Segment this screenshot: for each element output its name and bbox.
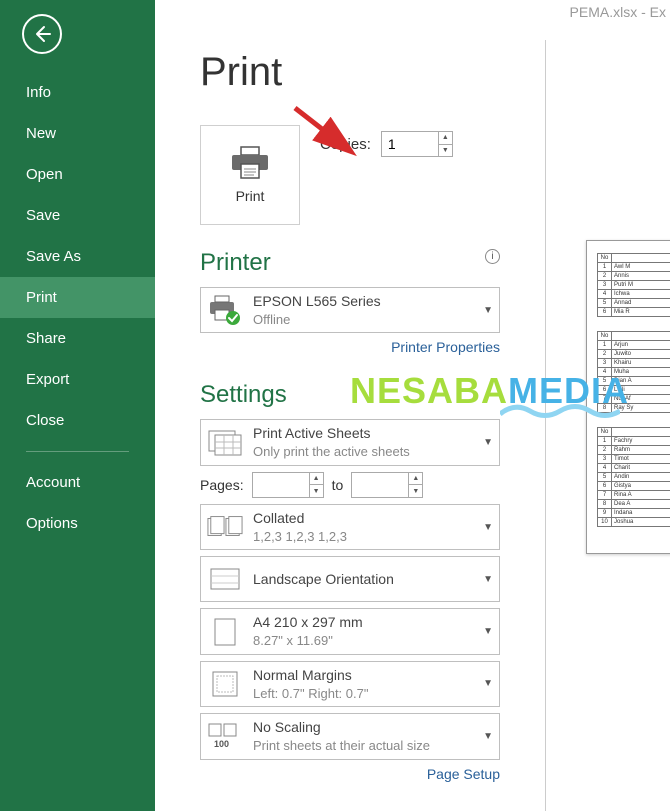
- scaling-icon: 100: [207, 718, 243, 754]
- chevron-down-icon: ▼: [483, 731, 493, 742]
- copies-label: Copies:: [320, 136, 371, 153]
- printer-section-title: Printer: [200, 249, 271, 277]
- back-arrow-icon: [32, 24, 52, 44]
- preview-table: No1Awl M2Annis3Putri M4Ichwa5Annad6Mia R: [597, 253, 670, 317]
- sidebar-item-account[interactable]: Account: [0, 462, 155, 503]
- sidebar-item-open[interactable]: Open: [0, 154, 155, 195]
- chevron-down-icon: ▼: [483, 678, 493, 689]
- sidebar-item-print[interactable]: Print: [0, 277, 155, 318]
- table-row: 6Mia R: [598, 308, 670, 317]
- copies-stepper[interactable]: ▲▼: [381, 131, 453, 157]
- svg-text:100: 100: [214, 739, 229, 749]
- margins-select[interactable]: Normal MarginsLeft: 0.7" Right: 0.7" ▼: [200, 661, 500, 707]
- table-row: 1Arjun: [598, 341, 670, 350]
- table-row: 3Putri M: [598, 281, 670, 290]
- table-row: 1Awl M: [598, 263, 670, 272]
- collation-select[interactable]: Collated1,2,3 1,2,3 1,2,3 ▼: [200, 504, 500, 550]
- orientation-icon: [207, 561, 243, 597]
- copies-up[interactable]: ▲: [439, 132, 452, 145]
- table-row: 9Indana: [598, 509, 670, 518]
- table-row: 7Nur Af: [598, 395, 670, 404]
- table-row: 4Ichwa: [598, 290, 670, 299]
- table-row: 6Leili: [598, 386, 670, 395]
- pages-to-input[interactable]: [352, 473, 408, 497]
- table-row: 2Juwito: [598, 350, 670, 359]
- table-row: 4Charit: [598, 464, 670, 473]
- page-setup-link[interactable]: Page Setup: [427, 766, 500, 782]
- sidebar-item-close[interactable]: Close: [0, 400, 155, 441]
- table-row: 5Annad: [598, 299, 670, 308]
- table-row: 5Dian A: [598, 377, 670, 386]
- table-row: 2Annis: [598, 272, 670, 281]
- orientation-select[interactable]: Landscape Orientation ▼: [200, 556, 500, 602]
- printer-status: Offline: [253, 311, 473, 329]
- paper-size-select[interactable]: A4 210 x 297 mm8.27" x 11.69" ▼: [200, 608, 500, 654]
- table-row: 7Rina A: [598, 491, 670, 500]
- sidebar-item-info[interactable]: Info: [0, 72, 155, 113]
- collation-icon: [207, 509, 243, 545]
- table-row: 10Joshua: [598, 518, 670, 527]
- margins-icon: [207, 666, 243, 702]
- chevron-down-icon: ▼: [483, 305, 493, 316]
- chevron-down-icon: ▼: [483, 437, 493, 448]
- pages-from-stepper[interactable]: ▲▼: [252, 472, 324, 498]
- back-button[interactable]: [22, 14, 62, 54]
- print-preview: No1Awl M2Annis3Putri M4Ichwa5Annad6Mia R…: [545, 40, 670, 811]
- scaling-select[interactable]: 100 No ScalingPrint sheets at their actu…: [200, 713, 500, 759]
- table-row: 5Andin: [598, 473, 670, 482]
- backstage-main: PEMA.xlsx - Ex Print Print Copies:: [155, 0, 670, 811]
- table-row: 8Dea A: [598, 500, 670, 509]
- sidebar-item-export[interactable]: Export: [0, 359, 155, 400]
- print-what-select[interactable]: Print Active SheetsOnly print the active…: [200, 419, 500, 465]
- copies-input[interactable]: [382, 132, 438, 156]
- printer-name: EPSON L565 Series: [253, 293, 381, 309]
- print-button[interactable]: Print: [200, 125, 300, 225]
- sidebar-item-options[interactable]: Options: [0, 503, 155, 544]
- sidebar-item-save[interactable]: Save: [0, 195, 155, 236]
- table-row: 8Ray Sy: [598, 404, 670, 413]
- pages-to-stepper[interactable]: ▲▼: [351, 472, 423, 498]
- copies-down[interactable]: ▼: [439, 145, 452, 157]
- preview-table: No1Fachry2Rahm3Timot4Charit5Andin6Gistya…: [597, 427, 670, 527]
- table-row: 3Timot: [598, 455, 670, 464]
- chevron-down-icon: ▼: [483, 522, 493, 533]
- table-row: 1Fachry: [598, 437, 670, 446]
- chevron-down-icon: ▼: [483, 626, 493, 637]
- table-row: 3Khairu: [598, 359, 670, 368]
- printer-info-icon[interactable]: i: [485, 249, 500, 264]
- printer-properties-link[interactable]: Printer Properties: [391, 339, 500, 355]
- sidebar-separator: [26, 451, 129, 452]
- preview-table: No1Arjun2Juwito3Khairu4Muha5Dian A6Leili…: [597, 331, 670, 413]
- pages-from-input[interactable]: [253, 473, 309, 497]
- sidebar-item-save-as[interactable]: Save As: [0, 236, 155, 277]
- printer-select[interactable]: EPSON L565 Series Offline ▼: [200, 287, 500, 333]
- sidebar-item-new[interactable]: New: [0, 113, 155, 154]
- pages-to-label: to: [332, 477, 344, 493]
- printer-icon: [230, 146, 270, 180]
- table-row: 4Muha: [598, 368, 670, 377]
- print-button-label: Print: [236, 188, 265, 204]
- chevron-down-icon: ▼: [483, 574, 493, 585]
- table-row: 2Rahm: [598, 446, 670, 455]
- sheets-icon: [207, 425, 243, 461]
- table-row: 6Gistya: [598, 482, 670, 491]
- preview-page: No1Awl M2Annis3Putri M4Ichwa5Annad6Mia R…: [586, 240, 670, 554]
- page-icon: [207, 614, 243, 650]
- pages-label: Pages:: [200, 477, 244, 493]
- printer-status-icon: [207, 292, 243, 328]
- sidebar-item-share[interactable]: Share: [0, 318, 155, 359]
- backstage-sidebar: InfoNewOpenSaveSave AsPrintShareExportCl…: [0, 0, 155, 811]
- window-title: PEMA.xlsx - Ex: [155, 0, 670, 20]
